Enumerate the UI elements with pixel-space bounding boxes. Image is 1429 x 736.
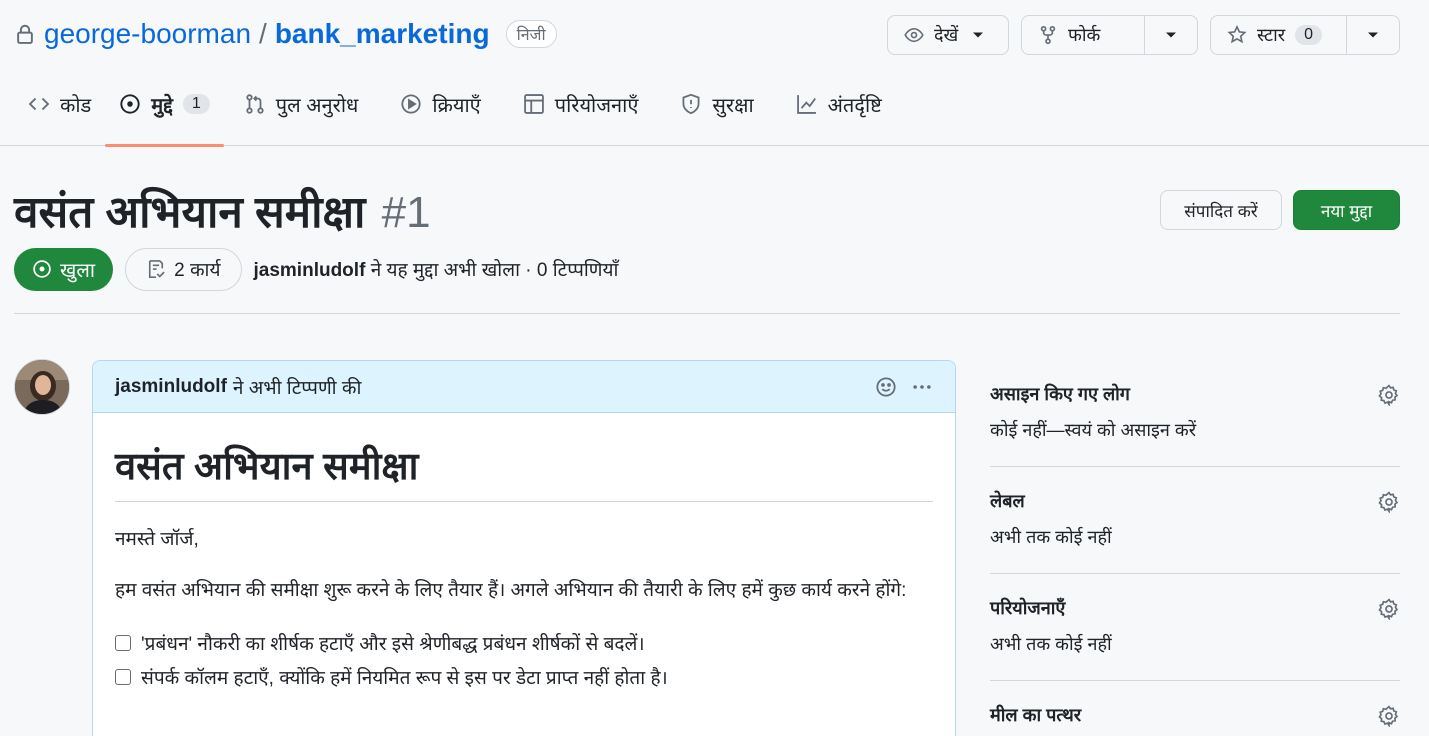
tab-pull-requests-label: पुल अनुरोध bbox=[275, 94, 359, 117]
status-badge: खुला bbox=[14, 247, 114, 291]
lock-icon bbox=[17, 24, 33, 44]
task-checkbox[interactable] bbox=[115, 635, 131, 651]
visibility-badge: निजी bbox=[505, 20, 557, 48]
tab-issues[interactable]: मुद्दे 1 bbox=[105, 84, 224, 147]
smiley-icon[interactable] bbox=[875, 376, 897, 398]
issue-meta-text: jasminludolf ने यह मुद्दा अभी खोला · 0 ट… bbox=[254, 256, 619, 282]
comment-paragraph: हम वसंत अभियान की समीक्षा शुरू करने के ल… bbox=[115, 580, 907, 601]
graph-icon bbox=[796, 95, 816, 114]
comment-action-text: ने अभी टिप्पणी की bbox=[232, 377, 362, 399]
gear-icon[interactable] bbox=[1378, 598, 1400, 620]
repo-tabs: कोड मुद्दे 1 पुल अनुरोध क्रियाएँ परियोजन… bbox=[14, 84, 896, 147]
repo-header: george-boorman / bank_marketing निजी देख… bbox=[0, 0, 1429, 147]
tab-security[interactable]: सुरक्षा bbox=[666, 84, 767, 146]
comment-greeting: नमस्ते जॉर्ज, bbox=[115, 529, 199, 550]
comment-header: jasminludolf ने अभी टिप्पणी की bbox=[93, 361, 955, 413]
comment-card: jasminludolf ने अभी टिप्पणी की वसंत अभिय… bbox=[92, 360, 956, 736]
sidebar-assignees-title: असाइन किए गए लोग bbox=[990, 384, 1130, 404]
tab-projects-label: परियोजनाएँ bbox=[554, 94, 639, 117]
status-label: खुला bbox=[60, 259, 96, 282]
gear-icon[interactable] bbox=[1378, 384, 1400, 406]
issue-opened-icon bbox=[33, 260, 51, 278]
sidebar-milestone-title: मील का पत्थर bbox=[990, 705, 1082, 725]
task-item: संपर्क कॉलम हटाएँ, क्योंकि हमें नियमित र… bbox=[115, 660, 933, 694]
sidebar-projects: परियोजनाएँ अभी तक कोई नहीं bbox=[990, 574, 1400, 681]
star-dropdown-button[interactable] bbox=[1346, 16, 1399, 54]
tasks-badge[interactable]: 2 कार्य bbox=[125, 247, 242, 291]
sidebar-labels-title: लेबल bbox=[990, 491, 1025, 511]
code-icon bbox=[28, 97, 50, 111]
avatar[interactable] bbox=[14, 359, 70, 415]
repo-title: george-boorman / bank_marketing निजी bbox=[14, 16, 557, 52]
play-icon bbox=[401, 94, 421, 114]
issue-meta: खुला 2 कार्य jasminludolf ने यह मुद्दा अ… bbox=[14, 247, 618, 291]
tab-actions-label: क्रियाएँ bbox=[432, 94, 481, 117]
table-icon bbox=[523, 94, 544, 114]
task-text: 'प्रबंधन' नौकरी का शीर्षक हटाएँ और इसे श… bbox=[141, 634, 645, 655]
tab-security-label: सुरक्षा bbox=[712, 94, 754, 117]
tab-projects[interactable]: परियोजनाएँ bbox=[509, 84, 653, 146]
repo-name-link[interactable]: bank_marketing bbox=[275, 18, 490, 50]
gear-icon[interactable] bbox=[1378, 705, 1400, 727]
new-issue-button[interactable]: नया मुद्दा bbox=[1293, 190, 1400, 230]
eye-icon bbox=[904, 27, 924, 43]
gear-icon[interactable] bbox=[1378, 491, 1400, 513]
chevron-down-icon bbox=[973, 32, 984, 38]
fork-icon bbox=[1040, 25, 1056, 45]
repo-owner-link[interactable]: george-boorman bbox=[44, 18, 251, 50]
star-button[interactable]: स्टार 0 bbox=[1211, 16, 1346, 54]
star-icon bbox=[1227, 25, 1247, 44]
watch-button[interactable]: देखें bbox=[888, 16, 1004, 54]
tab-insights-label: अंतर्दृष्टि bbox=[827, 94, 882, 117]
task-checkbox[interactable] bbox=[115, 669, 131, 685]
tasks-label: 2 कार्य bbox=[174, 260, 221, 281]
checklist-icon bbox=[149, 260, 165, 278]
tab-issues-count: 1 bbox=[182, 94, 210, 114]
task-text: संपर्क कॉलम हटाएँ, क्योंकि हमें नियमित र… bbox=[141, 668, 668, 689]
tab-pull-requests[interactable]: पुल अनुरोध bbox=[230, 84, 373, 146]
edit-button[interactable]: संपादित करें bbox=[1160, 190, 1282, 230]
issue-title: वसंत अभियान समीक्षा #1 bbox=[14, 180, 431, 240]
star-count: 0 bbox=[1295, 25, 1323, 45]
issue-opened-icon bbox=[120, 94, 140, 114]
tab-code-label: कोड bbox=[60, 94, 92, 117]
fork-button[interactable]: फोर्क bbox=[1022, 16, 1144, 54]
sidebar-assignees: असाइन किए गए लोग कोई नहीं—स्वयं को असाइन… bbox=[990, 360, 1400, 467]
task-item: 'प्रबंधन' नौकरी का शीर्षक हटाएँ और इसे श… bbox=[115, 626, 933, 660]
comment-body: वसंत अभियान समीक्षा नमस्ते जॉर्ज, हम वसं… bbox=[93, 413, 955, 720]
kebab-horizontal-icon[interactable] bbox=[911, 376, 933, 398]
chevron-down-icon bbox=[1368, 32, 1378, 38]
star-label: स्टार bbox=[1257, 25, 1286, 45]
sidebar-milestone: मील का पत्थर bbox=[990, 681, 1400, 736]
tab-actions[interactable]: क्रियाएँ bbox=[386, 84, 494, 146]
issue-sidebar: असाइन किए गए लोग कोई नहीं—स्वयं को असाइन… bbox=[990, 360, 1400, 736]
repo-separator: / bbox=[259, 18, 267, 49]
chevron-down-icon bbox=[1166, 32, 1176, 38]
sidebar-labels: लेबल अभी तक कोई नहीं bbox=[990, 467, 1400, 574]
comment-heading: वसंत अभियान समीक्षा bbox=[115, 439, 933, 502]
fork-button-group: फोर्क bbox=[1021, 15, 1198, 55]
comment-author-link[interactable]: jasminludolf bbox=[115, 376, 227, 398]
star-button-group: स्टार 0 bbox=[1210, 15, 1400, 55]
fork-dropdown-button[interactable] bbox=[1144, 16, 1197, 54]
issue-title-text: वसंत अभियान समीक्षा bbox=[14, 188, 366, 237]
tab-issues-label: मुद्दे bbox=[151, 94, 173, 117]
issue-meta-rest: ने यह मुद्दा अभी खोला · 0 टिप्पणियाँ bbox=[370, 260, 619, 281]
comment-actions bbox=[875, 376, 933, 398]
sidebar-projects-value: अभी तक कोई नहीं bbox=[990, 634, 1112, 654]
issue-number: #1 bbox=[381, 188, 431, 237]
shield-icon bbox=[682, 93, 700, 115]
tab-code[interactable]: कोड bbox=[14, 84, 105, 146]
watch-label: देखें bbox=[934, 25, 959, 45]
fork-label: फोर्क bbox=[1068, 25, 1101, 45]
avatar-image bbox=[15, 360, 69, 414]
sidebar-labels-value: अभी तक कोई नहीं bbox=[990, 527, 1112, 547]
watch-button-group: देखें bbox=[887, 15, 1009, 55]
tab-insights[interactable]: अंतर्दृष्टि bbox=[782, 84, 896, 146]
sidebar-assignees-value[interactable]: कोई नहीं—स्वयं को असाइन करें bbox=[990, 418, 1400, 442]
divider bbox=[14, 313, 1400, 314]
sidebar-projects-title: परियोजनाएँ bbox=[990, 598, 1066, 618]
pull-request-icon bbox=[246, 94, 264, 114]
issue-author-link[interactable]: jasminludolf bbox=[254, 260, 366, 281]
